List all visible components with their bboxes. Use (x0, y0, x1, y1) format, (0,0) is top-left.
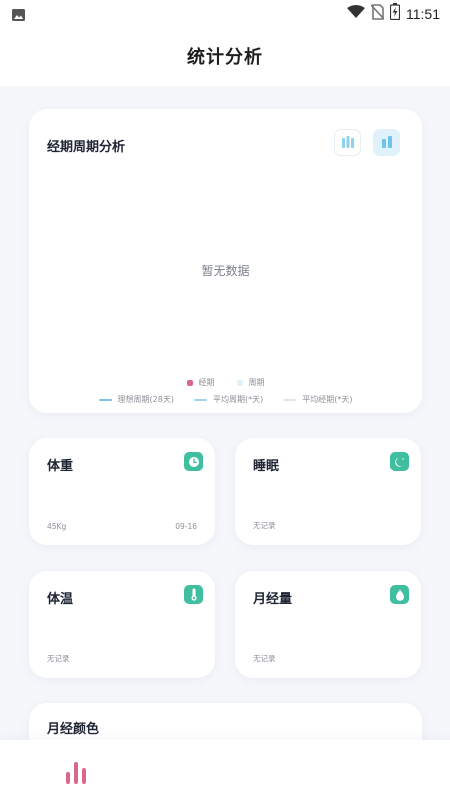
sleep-value: 无记录 (253, 521, 276, 530)
status-time: 11:51 (406, 5, 440, 22)
legend-label: 平均周期(*天) (212, 395, 264, 404)
stats-icon[interactable] (62, 758, 90, 784)
sleep-card[interactable]: 睡眠 无记录 (235, 438, 421, 545)
sleep-title: 睡眠 (253, 459, 280, 474)
stats-icon-bar (66, 772, 70, 784)
no-sim-icon (370, 3, 385, 24)
empty-state-text: 暂无数据 (201, 264, 250, 278)
wifi-icon (347, 4, 365, 23)
clock-icon (184, 452, 203, 471)
page-title: 统计分析 (187, 47, 263, 68)
average-cycle-line (193, 398, 207, 401)
bottom-navigation (0, 740, 450, 800)
menstrual-flow-value: 无记录 (253, 654, 276, 663)
cycle-analysis-card: 经期周期分析 暂无数据 经期 周期 理想周期(28天) 平均周期(*天) 平均经… (29, 109, 422, 413)
legend-label: 平均经期(*天) (302, 395, 353, 404)
chart-legend: 经期 周期 (29, 377, 422, 388)
bar-chart-icon (341, 133, 355, 152)
stacked-bar-view-button[interactable] (373, 129, 400, 156)
temperature-card[interactable]: 体温 无记录 (29, 571, 215, 678)
bar-chart-view-button[interactable] (334, 129, 361, 156)
thermometer-icon (184, 585, 203, 604)
page-header: 统计分析 (0, 26, 450, 86)
battery-charging-icon (389, 3, 401, 24)
image-icon (12, 6, 25, 25)
average-period-line (283, 398, 297, 401)
legend-item-ideal-cycle: 理想周期(28天) (98, 394, 174, 405)
moon-icon (390, 452, 409, 471)
menstrual-flow-title: 月经量 (253, 592, 293, 607)
menstrual-color-title: 月经颜色 (47, 722, 100, 737)
status-bar: 11:51 (0, 0, 450, 26)
legend-label: 经期 (198, 378, 215, 387)
drop-icon (390, 585, 409, 604)
legend-item-average-cycle: 平均周期(*天) (193, 394, 264, 405)
legend-label: 周期 (248, 378, 265, 387)
legend-item-cycle: 周期 (236, 377, 265, 388)
period-dot (186, 379, 193, 386)
stats-icon-bar (74, 762, 78, 784)
ideal-cycle-line (98, 398, 112, 401)
temperature-value: 无记录 (47, 654, 70, 663)
weight-date: 09-16 (175, 522, 197, 531)
legend-item-average-period: 平均经期(*天) (283, 394, 352, 405)
menstrual-flow-card[interactable]: 月经量 无记录 (235, 571, 421, 678)
temperature-title: 体温 (47, 592, 74, 607)
cycle-analysis-title: 经期周期分析 (47, 140, 126, 155)
legend-item-period: 经期 (186, 377, 215, 388)
cycle-dot (236, 379, 243, 386)
legend-label: 理想周期(28天) (117, 395, 174, 404)
weight-card[interactable]: 体重 45Kg 09-16 (29, 438, 215, 545)
weight-value: 45Kg (47, 522, 67, 531)
chart-line-legend: 理想周期(28天) 平均周期(*天) 平均经期(*天) (29, 394, 422, 405)
stacked-bar-chart-icon (380, 133, 394, 152)
stats-icon-bar (82, 768, 86, 784)
weight-title: 体重 (47, 459, 74, 474)
